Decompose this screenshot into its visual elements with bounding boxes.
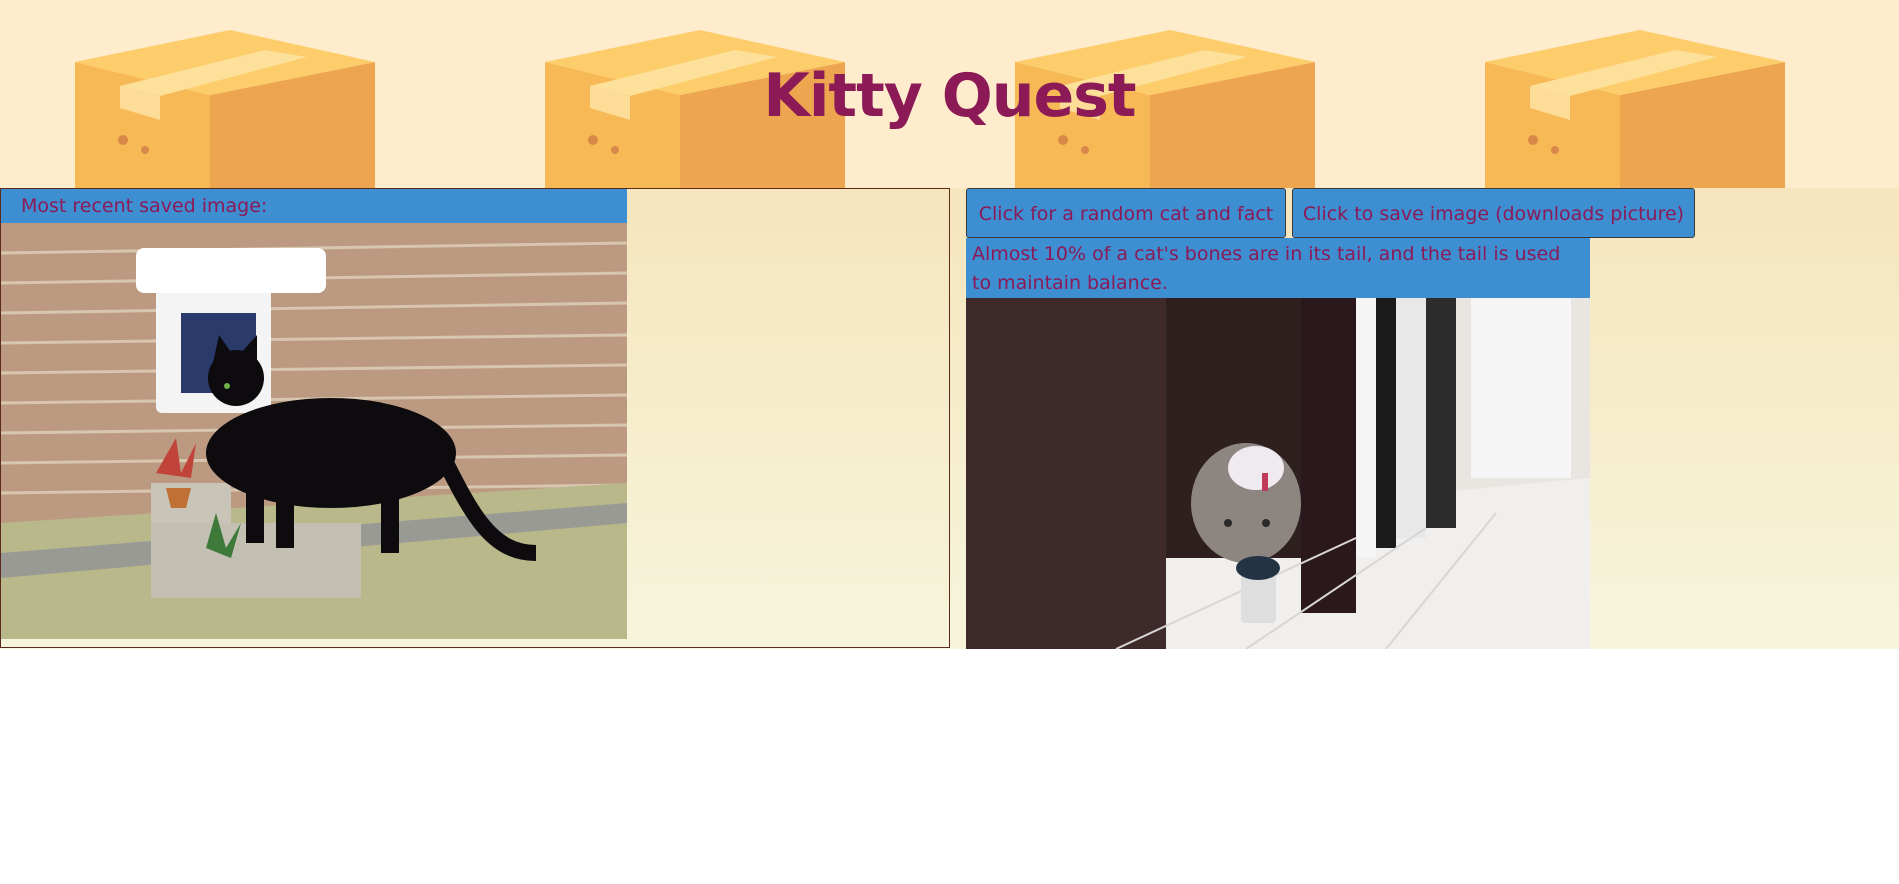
saved-image-panel: Most recent saved image: [0,188,950,648]
tabby-cat-photo-icon [966,298,1590,649]
black-cat-photo-icon [1,223,627,639]
header-banner: Kitty Quest [0,0,1899,188]
saved-cat-image [1,223,627,639]
saved-image-label: Most recent saved image: [1,189,627,223]
page-title: Kitty Quest [763,61,1136,131]
random-cat-button[interactable]: Click for a random cat and fact [966,188,1286,238]
cat-fact-text: Almost 10% of a cat's bones are in its t… [966,238,1590,298]
random-cat-image [966,298,1590,649]
save-image-button[interactable]: Click to save image (downloads picture) [1292,188,1695,238]
